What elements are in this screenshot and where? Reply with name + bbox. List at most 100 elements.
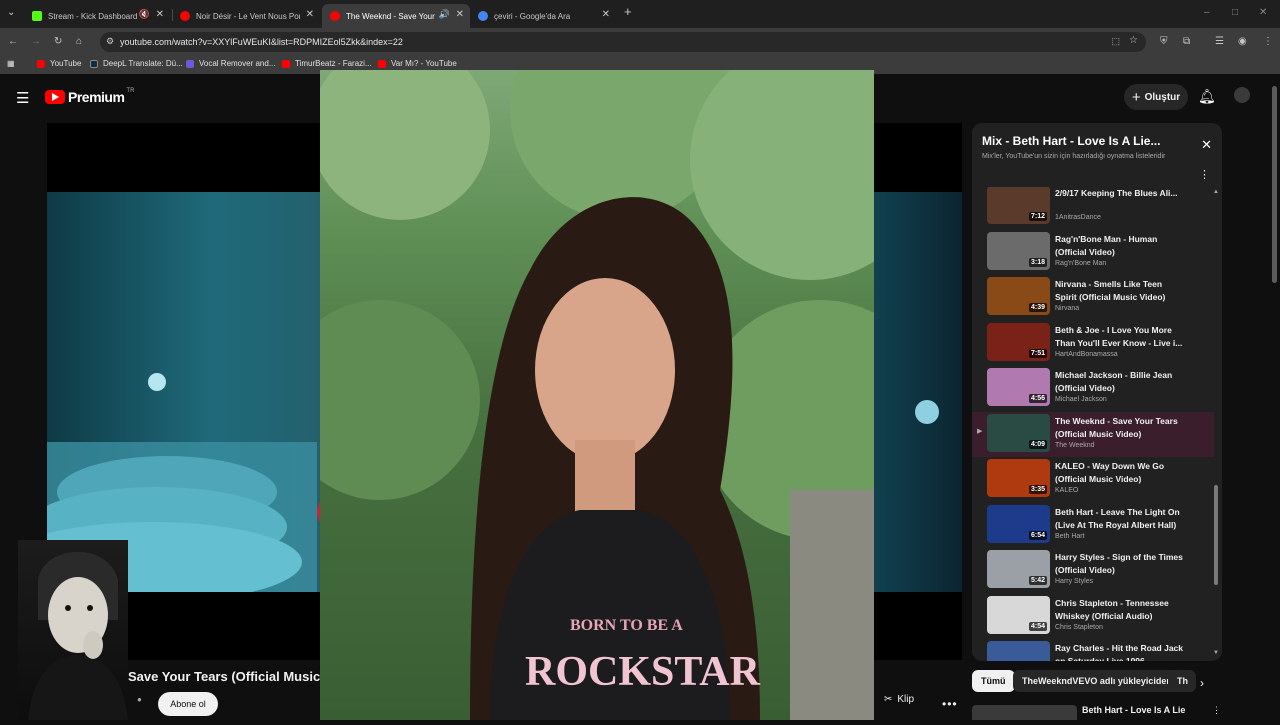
bookmark-youtube[interactable]: YouTube [37,59,81,68]
kick-favicon-icon [32,11,42,21]
close-icon[interactable]: ✕ [1201,137,1212,153]
install-app-icon[interactable]: ⬚ [1111,36,1120,47]
close-icon[interactable]: ✕ [602,9,610,20]
tab-kick-dashboard[interactable]: Stream - Kick Dashboard 🔇 ✕ [24,4,170,28]
page-scrollbar[interactable] [1272,86,1277,283]
address-bar[interactable]: ⚙ youtube.com/watch?v=XXYlFuWEuKI&list=R… [100,32,1146,52]
streamer-webcam [18,540,128,720]
tab-the-weeknd[interactable]: The Weeknd - Save Your Te 🔊 ✕ [322,4,470,28]
youtube-icon [378,59,386,68]
clip-button[interactable]: ✂ Klip [884,694,914,705]
playlist-item[interactable]: ▶ 4:09 The Weeknd - Save Your Tears (Offic… [972,411,1214,457]
close-icon[interactable]: ✕ [306,9,314,20]
playlist-item[interactable]: 3:35 KALEO - Way Down We Go (Official Mus… [972,457,1214,502]
video-thumbnail: 6:54 [987,504,1050,543]
back-icon[interactable]: ← [8,36,18,48]
bookmark-vocal-remover[interactable]: Vocal Remover and... [186,59,275,68]
recommended-video[interactable]: Beth Hart - Love Is A Lie ⋮ [972,703,1222,720]
channel-name: Rag'n'Bone Man [1055,259,1107,267]
new-tab-button[interactable]: + [624,5,632,18]
window-close-icon[interactable]: ✕ [1259,7,1267,19]
playlist-panel: Mix - Beth Hart - Love Is A Lie... Mix'l… [972,123,1222,661]
muted-audio-icon[interactable]: 🔇 [139,9,150,20]
profile-icon[interactable]: ◉ [1238,36,1247,48]
browser-menu-icon[interactable]: ⋮ [1263,36,1273,48]
extensions-icon[interactable]: ⧉ [1183,36,1190,48]
plus-icon: + [1131,88,1141,106]
reload-icon[interactable]: ↻ [54,36,62,48]
bookmark-label: DeepL Translate: Dü... [103,59,183,68]
more-actions-icon[interactable]: ••• [942,697,958,711]
forward-icon[interactable]: → [31,36,41,48]
playlist-item[interactable]: 4:56 Michael Jackson - Billie Jean (Offic… [972,366,1214,411]
playlist-item[interactable]: 3:18 Rag'n'Bone Man - Human (Official Vid… [972,230,1214,275]
deepl-icon [90,59,98,68]
chip-uploader[interactable]: TheWeekndVEVO adlı yükleyiciden [1013,670,1181,692]
video-thumbnail: 4:39 [987,277,1050,315]
site-info-icon[interactable]: ⚙ [106,36,114,47]
media-control-icon[interactable]: ☰ [1215,36,1224,48]
close-icon[interactable]: ✕ [156,9,164,20]
bookmark-timurbeatz[interactable]: TimurBeatz - Farazi... [282,59,372,68]
chevron-right-icon[interactable]: › [1200,676,1204,690]
hamburger-menu-icon[interactable]: ☰ [16,89,29,107]
chip-more[interactable]: Th [1168,670,1196,692]
more-options-icon[interactable]: ⋮ [1199,168,1210,181]
subscribe-label: Abone ol [170,699,206,709]
bookmark-star-icon[interactable]: ☆ [1129,35,1138,46]
maximize-icon[interactable]: □ [1232,7,1238,19]
shield-icon[interactable]: ⛨ [1160,36,1168,48]
channel-name: HartAndBonamassa [1055,350,1118,358]
url-text[interactable]: youtube.com/watch?v=XXYlFuWEuKI&list=RDP… [120,37,403,47]
logo-wordmark: Premium [68,89,125,105]
video-title: The Weeknd - Save Your Tears (Official M… [1055,415,1178,439]
create-button[interactable]: + Oluştur [1124,84,1188,110]
channel-name: Beth Hart [1055,532,1085,540]
playlist-item[interactable]: 4:54 Chris Stapleton - Tennessee Whiskey … [972,594,1214,639]
youtube-favicon-icon [180,11,190,21]
video-duration: 5:42 [1028,576,1047,585]
subscribe-button[interactable]: Abone ol [158,692,218,716]
video-duration: 7:51 [1028,348,1047,358]
close-icon[interactable]: ✕ [456,9,464,20]
playlist-scrollbar[interactable] [1214,485,1218,585]
bookmark-var-mi[interactable]: Var Mı? - YouTube [378,59,457,68]
tab-title: Stream - Kick Dashboard [48,11,138,21]
bookmark-label: YouTube [50,59,82,68]
channel-name: Harry Styles [1055,578,1094,585]
playlist-item[interactable]: 7:51 Beth & Joe - I Love You More Than Yo… [972,321,1214,366]
youtube-play-icon [45,90,65,104]
playlist-item[interactable]: 4:39 Nirvana - Smells Like Teen Spirit (O… [972,275,1214,320]
video-title: Ray Charles - Hit the Road Jack on Satur… [1055,643,1183,661]
video-duration: 3:18 [1028,257,1047,267]
tab-google-search[interactable]: çeviri - Google'da Ara ✕ [470,4,616,28]
home-icon[interactable]: ⌂ [76,36,82,48]
minimize-icon[interactable]: – [1204,7,1210,19]
bookmark-deepl[interactable]: DeepL Translate: Dü... [90,59,183,68]
audio-playing-icon[interactable]: 🔊 [439,9,450,20]
playlist-title[interactable]: Mix - Beth Hart - Love Is A Lie... [982,134,1160,148]
scroll-down-icon[interactable]: ▼ [1213,650,1219,656]
notifications-bell-icon[interactable]: 🔔︎ [1198,88,1216,105]
browser-tab-strip: ⌄ Stream - Kick Dashboard 🔇 ✕ Noir Désir… [0,0,1280,28]
verified-icon: ● [137,695,142,704]
video-thumbnail: 7:51 [987,322,1050,361]
video-title: Nirvana - Smells Like Teen Spirit (Offic… [1055,279,1166,302]
video-title: Beth & Joe - I Love You More Than You'll… [1055,324,1183,348]
playlist-item[interactable]: 5:42 Harry Styles - Sign of the Times (Of… [972,548,1214,593]
video-thumbnail: 4:09 [987,413,1050,452]
tab-search-icon[interactable]: ⌄ [7,7,15,19]
playlist-item[interactable]: 6:54 Beth Hart - Leave The Light On (Live… [972,503,1214,548]
playlist-item[interactable]: 7:12 2/9/17 Keeping The Blues Ali... 1Anit… [972,187,1214,229]
channel-name: Nirvana [1055,305,1080,312]
youtube-premium-logo[interactable]: Premium TR [45,88,134,105]
avatar[interactable] [1234,87,1250,103]
video-duration: 6:54 [1028,530,1047,540]
apps-grid-icon[interactable]: ▦ [7,59,15,68]
playlist-item[interactable]: 3:24 Ray Charles - Hit the Road Jack on S… [972,639,1214,661]
chip-all[interactable]: Tümü [972,670,1015,692]
scroll-up-icon[interactable]: ▲ [1213,189,1219,195]
tab-noir-desir[interactable]: Noir Désir - Le Vent Nous Porte ✕ [172,4,320,28]
more-options-icon[interactable]: ⋮ [1212,705,1221,716]
vocal-remover-icon [186,59,194,68]
